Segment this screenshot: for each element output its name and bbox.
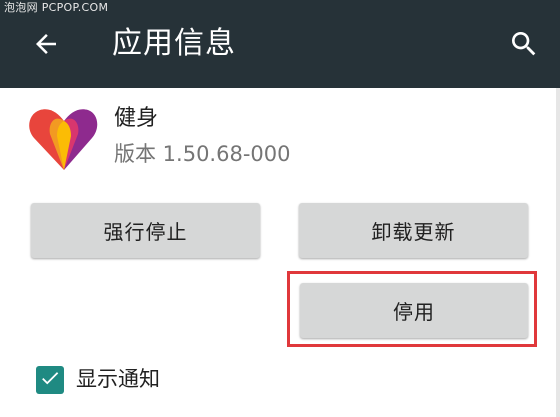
search-button[interactable] <box>502 24 546 68</box>
disable-button[interactable]: 停用 <box>300 283 528 338</box>
app-bar: 泡泡网 PCPOP.COM 应用信息 <box>0 0 560 88</box>
arrow-left-icon <box>31 29 61 63</box>
force-stop-button[interactable]: 强行停止 <box>31 203 260 258</box>
google-fit-heart-icon <box>26 104 102 174</box>
app-version: 版本 1.50.68-000 <box>114 142 291 166</box>
back-button[interactable] <box>26 26 66 66</box>
checkmark-icon <box>39 367 61 393</box>
watermark-text: 泡泡网 PCPOP.COM <box>4 1 109 14</box>
search-icon <box>508 28 540 64</box>
uninstall-updates-button[interactable]: 卸载更新 <box>299 203 528 258</box>
scroll-edge <box>556 88 560 417</box>
page-title: 应用信息 <box>112 26 236 61</box>
show-notifications-checkbox[interactable] <box>36 366 64 394</box>
app-name: 健身 <box>114 106 159 131</box>
show-notifications-label: 显示通知 <box>76 367 160 391</box>
